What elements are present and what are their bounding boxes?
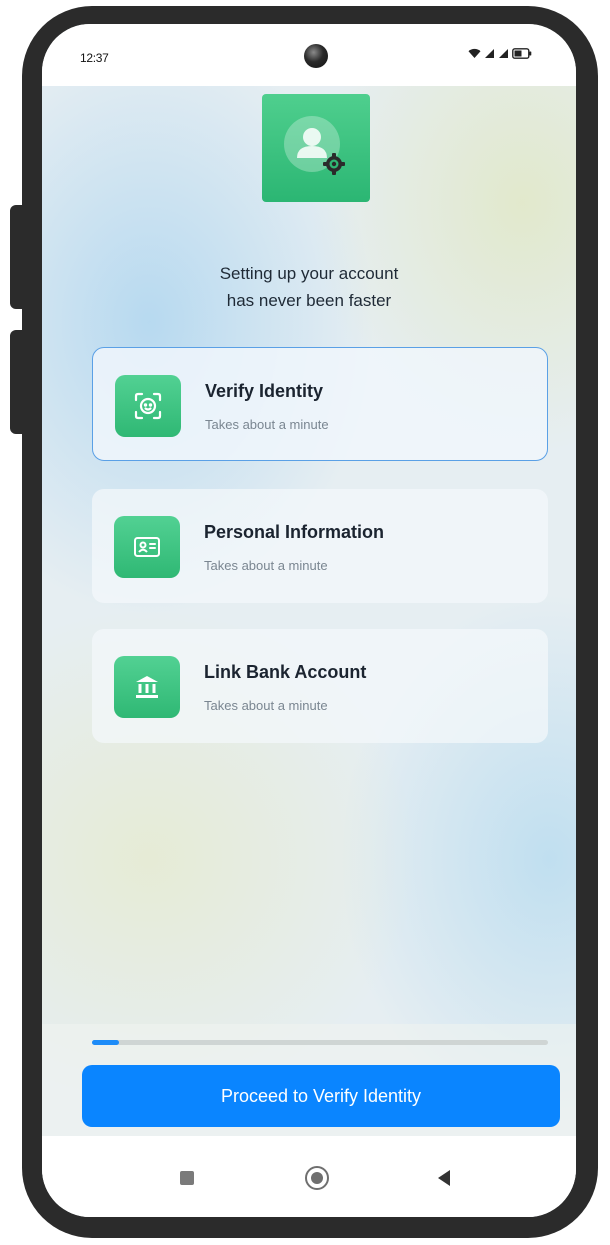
step-card-personal-information[interactable]: Personal Information Takes about a minut… xyxy=(92,489,548,603)
signal-icon xyxy=(485,49,494,58)
step-subtitle: Takes about a minute xyxy=(204,558,328,573)
status-icons xyxy=(468,48,532,59)
home-circle-icon[interactable] xyxy=(305,1166,329,1190)
wifi-icon xyxy=(468,48,481,58)
phone-screen: 12:37 Setting up your account has never … xyxy=(42,24,576,1217)
progress-bar xyxy=(92,1040,548,1045)
face-scan-icon xyxy=(115,375,181,437)
step-title: Verify Identity xyxy=(205,381,324,401)
step-subtitle: Takes about a minute xyxy=(204,698,328,713)
recents-square-icon[interactable] xyxy=(180,1171,194,1185)
system-nav-bar xyxy=(42,1136,576,1217)
phone-side-button-upper xyxy=(10,205,26,309)
step-title: Personal Information xyxy=(204,522,385,542)
phone-side-button-lower xyxy=(10,330,26,434)
headline-line-2: has never been faster xyxy=(226,291,392,310)
battery-icon xyxy=(512,48,532,59)
account-setup-icon xyxy=(262,94,370,202)
bank-icon xyxy=(114,656,180,718)
front-camera xyxy=(304,44,328,68)
progress-fill xyxy=(92,1040,120,1045)
status-bar: 12:37 xyxy=(42,24,576,86)
step-title: Link Bank Account xyxy=(204,662,367,682)
step-subtitle: Takes about a minute xyxy=(205,417,329,432)
headline-line-1: Setting up your account xyxy=(219,264,399,283)
headline: Setting up your account has never been f… xyxy=(42,260,576,314)
proceed-button[interactable]: Proceed to Verify Identity xyxy=(82,1065,560,1127)
signal-icon-2 xyxy=(499,49,508,58)
id-card-icon xyxy=(114,516,180,578)
status-time: 12:37 xyxy=(80,51,109,65)
step-card-link-bank-account[interactable]: Link Bank Account Takes about a minute xyxy=(92,629,548,743)
back-triangle-icon[interactable] xyxy=(436,1168,452,1188)
step-card-verify-identity[interactable]: Verify Identity Takes about a minute xyxy=(92,347,548,461)
